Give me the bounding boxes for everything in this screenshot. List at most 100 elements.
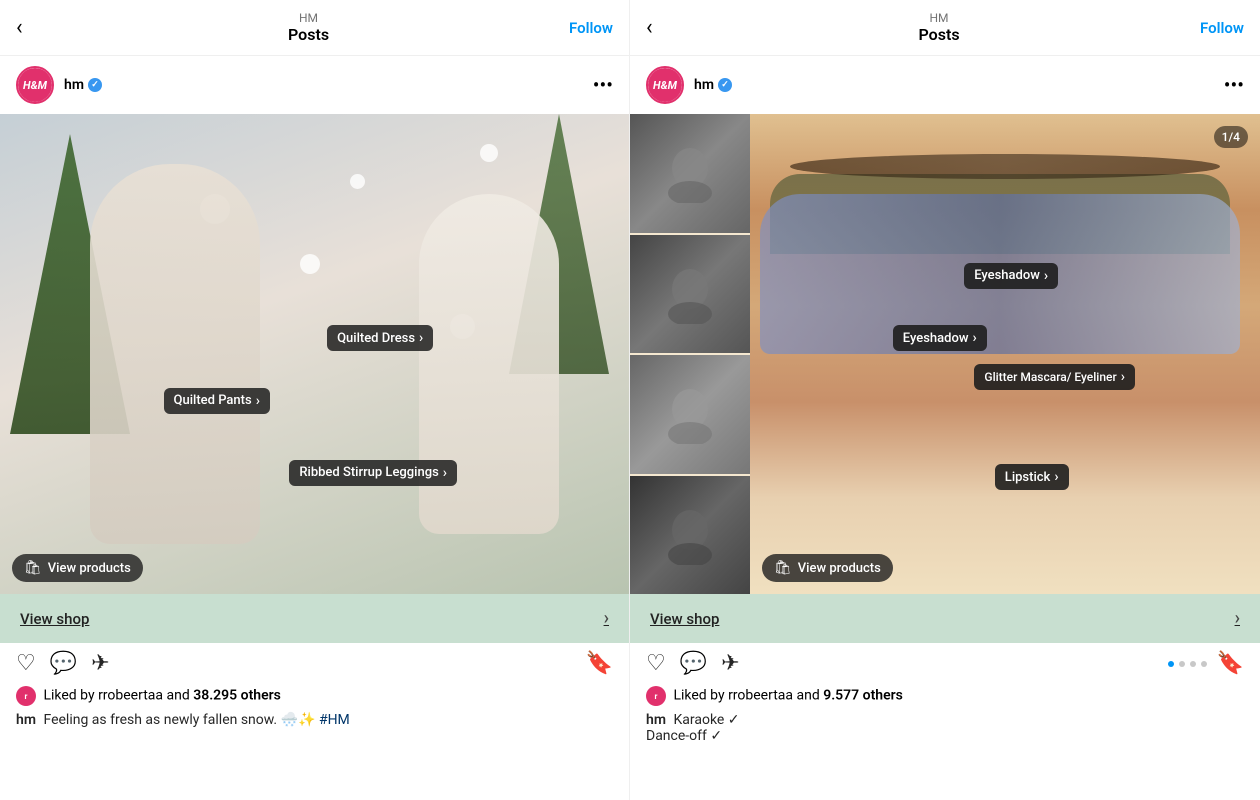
left-user-info: H&M hm xyxy=(16,66,102,104)
product-tag-glitter-mascara[interactable]: Glitter Mascara/ Eyeliner xyxy=(974,364,1135,390)
left-caption: hm Feeling as fresh as newly fallen snow… xyxy=(0,708,629,732)
left-like-button[interactable]: ♡ xyxy=(16,651,36,676)
left-view-shop-label: View shop xyxy=(20,610,89,628)
left-actions-row: ♡ 💬 ✈ 🔖 xyxy=(0,643,629,684)
left-share-button[interactable]: ✈ xyxy=(91,651,109,676)
right-bookmark-button[interactable]: 🔖 xyxy=(1217,651,1244,676)
left-posts-label: Posts xyxy=(48,25,569,44)
right-avatar-text: H&M xyxy=(653,79,677,92)
thumb-face-2 xyxy=(660,264,720,324)
eyeshadow-2-label: Eyeshadow xyxy=(903,331,969,346)
left-more-icon[interactable]: ••• xyxy=(593,73,613,97)
right-account-name: HM xyxy=(678,11,1200,25)
left-user-row: H&M hm ••• xyxy=(0,56,629,114)
thumb-face-1 xyxy=(660,143,720,203)
beauty-thumb-2[interactable] xyxy=(630,235,750,354)
left-username-row: hm xyxy=(64,77,102,93)
left-caption-username[interactable]: hm xyxy=(16,712,36,728)
product-tag-quilted-pants[interactable]: Quilted Pants xyxy=(164,388,270,414)
left-nav: ‹ HM Posts Follow xyxy=(0,0,629,56)
beauty-thumb-1[interactable] xyxy=(630,114,750,233)
right-avatar[interactable]: H&M xyxy=(646,66,684,104)
right-posts-label: Posts xyxy=(678,25,1200,44)
dot-2 xyxy=(1179,661,1185,667)
left-avatar[interactable]: H&M xyxy=(16,66,54,104)
left-caption-text: Feeling as fresh as newly fallen snow. 🌨… xyxy=(43,712,315,728)
right-post: ‹ HM Posts Follow H&M hm ••• xyxy=(630,0,1260,800)
right-view-shop[interactable]: View shop › xyxy=(630,594,1260,643)
left-view-shop[interactable]: View shop › xyxy=(0,594,629,643)
right-pagination-dots xyxy=(1168,655,1207,673)
left-post-image: Quilted Dress Quilted Pants Ribbed Stirr… xyxy=(0,114,629,594)
right-user-info: H&M hm xyxy=(646,66,732,104)
right-likes-count: 9.577 others xyxy=(823,688,903,704)
left-avatar-logo: H&M xyxy=(18,68,52,102)
figure-person-left xyxy=(90,164,260,544)
right-caption-line1: Karaoke ✓ xyxy=(673,712,739,728)
left-likes-count: 38.295 others xyxy=(193,688,281,704)
left-liked-avatar: r xyxy=(16,686,36,706)
right-like-button[interactable]: ♡ xyxy=(646,651,666,676)
left-liked-by: Liked by rrobeertaa and xyxy=(43,688,189,704)
left-post: ‹ HM Posts Follow H&M hm ••• xyxy=(0,0,630,800)
beauty-thumb-3[interactable] xyxy=(630,355,750,474)
left-account-name: HM xyxy=(48,11,569,25)
right-nav-title: HM Posts xyxy=(678,11,1200,44)
right-view-shop-arrow: › xyxy=(1235,608,1240,629)
right-more-icon[interactable]: ••• xyxy=(1224,73,1244,97)
left-bookmark-button[interactable]: 🔖 xyxy=(586,651,613,676)
back-button-right[interactable]: ‹ xyxy=(646,15,678,40)
beauty-thumb-4[interactable] xyxy=(630,476,750,595)
glitter-mascara-label: Glitter Mascara/ Eyeliner xyxy=(984,370,1116,384)
left-follow-button[interactable]: Follow xyxy=(569,19,613,37)
left-username[interactable]: hm xyxy=(64,77,84,93)
right-caption-username[interactable]: hm xyxy=(646,712,666,728)
left-likes-row: r Liked by rrobeertaa and 38.295 others xyxy=(0,684,629,708)
left-comment-button[interactable]: 💬 xyxy=(50,651,77,676)
product-tag-eyeshadow-1[interactable]: Eyeshadow xyxy=(964,263,1058,289)
left-nav-title: HM Posts xyxy=(48,11,569,44)
right-right-actions: 🔖 xyxy=(1168,651,1244,676)
right-nav: ‹ HM Posts Follow xyxy=(630,0,1260,56)
product-tag-lipstick[interactable]: Lipstick xyxy=(995,464,1069,490)
left-caption-hashtag[interactable]: #HM xyxy=(319,712,350,728)
back-button-left[interactable]: ‹ xyxy=(16,15,48,40)
right-post-image: 1/4 Eyeshadow Eyeshadow Glitter Mascara/… xyxy=(630,114,1260,594)
right-caption: hm Karaoke ✓ Dance-off ✓ xyxy=(630,708,1260,748)
shop-bag-icon-right: 🛍 xyxy=(774,560,792,576)
dot-4 xyxy=(1201,661,1207,667)
eyeshadow-1-label: Eyeshadow xyxy=(974,268,1040,283)
product-tag-eyeshadow-2[interactable]: Eyeshadow xyxy=(893,325,987,351)
right-comment-button[interactable]: 💬 xyxy=(680,651,707,676)
dot-1 xyxy=(1168,661,1174,667)
left-avatar-text: H&M xyxy=(23,79,47,92)
right-username-row: hm xyxy=(694,77,732,93)
ribbed-stirrup-label: Ribbed Stirrup Leggings xyxy=(299,465,438,480)
right-username[interactable]: hm xyxy=(694,77,714,93)
snowball-2 xyxy=(300,254,320,274)
eyebrow xyxy=(790,154,1220,179)
right-action-icons: ♡ 💬 ✈ xyxy=(646,651,740,676)
beauty-thumb-strip xyxy=(630,114,750,594)
product-tag-ribbed-stirrup[interactable]: Ribbed Stirrup Leggings xyxy=(289,460,457,486)
quilted-dress-label: Quilted Dress xyxy=(337,331,415,346)
product-tag-quilted-dress[interactable]: Quilted Dress xyxy=(327,325,433,351)
snowball-5 xyxy=(480,144,498,162)
right-liked-by: Liked by rrobeertaa and xyxy=(673,688,819,704)
beauty-main-image: 1/4 Eyeshadow Eyeshadow Glitter Mascara/… xyxy=(750,114,1260,594)
left-view-products-label: View products xyxy=(48,561,131,576)
right-verified-badge xyxy=(718,78,732,92)
thumb-face-3 xyxy=(660,384,720,444)
right-follow-button[interactable]: Follow xyxy=(1200,19,1244,37)
left-view-products[interactable]: 🛍 View products xyxy=(12,554,143,582)
shop-bag-icon-left: 🛍 xyxy=(24,560,42,576)
right-user-row: H&M hm ••• xyxy=(630,56,1260,114)
right-view-products-label: View products xyxy=(798,561,881,576)
right-likes-row: r Liked by rrobeertaa and 9.577 others xyxy=(630,684,1260,708)
right-view-products[interactable]: 🛍 View products xyxy=(762,554,893,582)
fashion-background xyxy=(0,114,629,594)
right-avatar-logo: H&M xyxy=(648,68,682,102)
right-image-counter: 1/4 xyxy=(1214,126,1248,148)
right-liked-avatar: r xyxy=(646,686,666,706)
right-share-button[interactable]: ✈ xyxy=(721,651,739,676)
